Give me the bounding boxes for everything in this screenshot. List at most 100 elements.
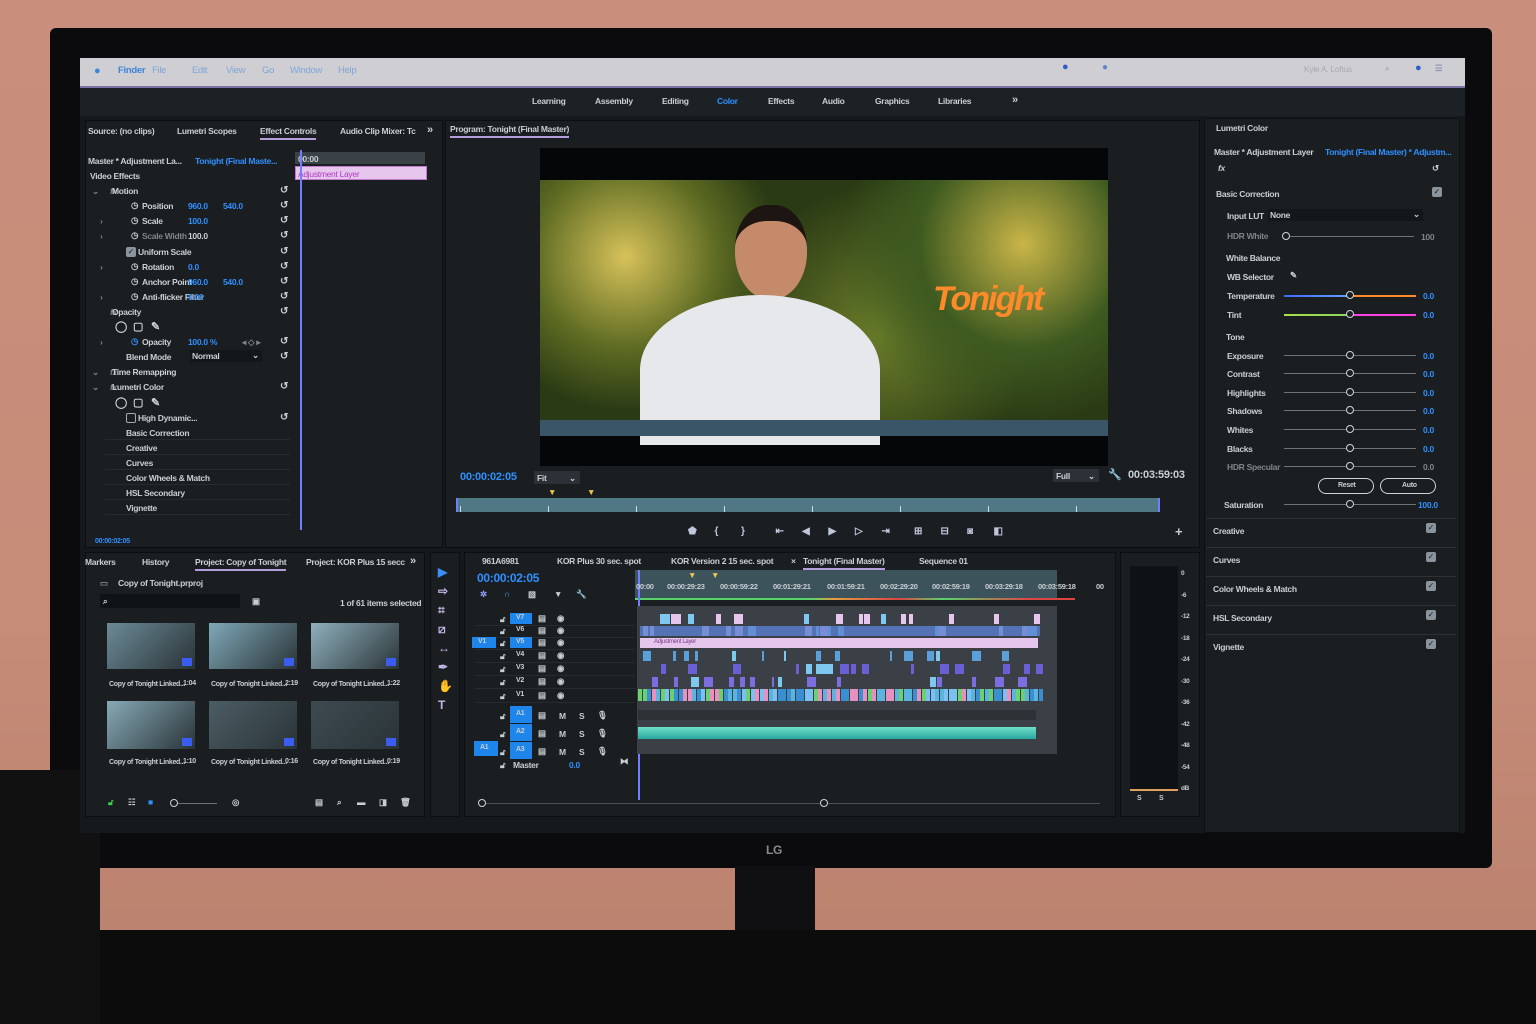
stopwatch-icon[interactable]: ◷ (131, 336, 138, 347)
video-clip[interactable] (643, 651, 652, 661)
video-clip[interactable] (673, 651, 676, 661)
close-tab-icon[interactable]: × (791, 556, 796, 566)
ec-overflow-button[interactable]: » (427, 124, 433, 136)
slider-handle[interactable] (1346, 291, 1354, 299)
dropbox-icon[interactable]: ● (1102, 62, 1108, 73)
video-clip-v1[interactable] (989, 689, 993, 701)
video-clip-v1[interactable] (993, 689, 998, 701)
slider-value[interactable]: 0.0 (1423, 406, 1434, 416)
marker[interactable]: ▼ (711, 570, 719, 580)
ec-value[interactable]: 540.0 (223, 277, 243, 287)
video-clip[interactable] (1003, 664, 1010, 674)
video-clip[interactable] (694, 651, 698, 661)
project-overflow-button[interactable]: » (410, 555, 416, 567)
video-clip[interactable] (715, 614, 721, 624)
slider-value[interactable]: 0.0 (1423, 462, 1434, 472)
new-item-icon[interactable]: ◨ (379, 797, 387, 808)
ec-tab[interactable]: Source: (no clips) (88, 126, 155, 136)
video-clip-v1[interactable] (831, 689, 836, 701)
lumetri-section-color-wheels-match[interactable]: Color Wheels & Match (1213, 584, 1297, 594)
spotlight-icon[interactable]: ⌕ (1385, 63, 1390, 74)
marker[interactable]: ▼ (688, 570, 696, 580)
video-clip-v1[interactable] (678, 689, 683, 701)
new-bin-icon[interactable]: ▣ (252, 596, 260, 607)
section-checkbox[interactable]: ✓ (1426, 552, 1436, 562)
marker[interactable]: ▼ (587, 487, 595, 497)
video-clip[interactable] (1023, 664, 1030, 674)
hdr-white-slider[interactable] (1282, 232, 1414, 240)
video-clip[interactable] (703, 677, 714, 687)
section-checkbox[interactable]: ✓ (1426, 523, 1436, 533)
reset-parameter-icon[interactable]: ↺ (280, 200, 288, 211)
video-clip-v1[interactable] (998, 689, 1002, 701)
ec-value[interactable]: 0.0 (188, 262, 199, 272)
reset-button[interactable]: Reset (1318, 478, 1374, 494)
video-clip-v1[interactable] (858, 689, 863, 701)
lock-icon[interactable]: 🔓︎ (500, 651, 506, 662)
video-clip[interactable] (783, 651, 787, 661)
video-clip-v1[interactable] (939, 689, 944, 701)
audio-clip-a1[interactable] (638, 710, 1036, 720)
video-clip[interactable] (761, 651, 764, 661)
slider-handle[interactable] (1346, 500, 1354, 508)
video-clip-v1[interactable] (804, 689, 809, 701)
timeline-tab[interactable]: Sequence 01 (919, 556, 968, 566)
menu-file[interactable]: File (152, 65, 166, 76)
video-clip-v1[interactable] (966, 689, 971, 701)
video-clip[interactable] (836, 677, 841, 687)
slider-value[interactable]: 0.0 (1423, 444, 1434, 454)
tone-header[interactable]: Tone (1226, 332, 1245, 342)
video-clip-v1[interactable] (935, 689, 939, 701)
trash-icon[interactable]: 🗑︎ (400, 797, 411, 808)
video-clip-v1[interactable] (768, 689, 773, 701)
slider-value[interactable]: 0.0 (1423, 310, 1434, 320)
slider-value[interactable]: 0.0 (1423, 369, 1434, 379)
video-clip-v1[interactable] (912, 689, 917, 701)
pen-mask-icon[interactable]: ✎ (151, 320, 160, 333)
solo-button[interactable]: S (579, 729, 585, 739)
expand-chevron-icon[interactable]: › (100, 337, 103, 347)
video-clip[interactable] (660, 614, 670, 624)
meter-solo-button[interactable]: S (1159, 795, 1164, 802)
slider-handle[interactable] (1346, 388, 1354, 396)
basic-correction-header[interactable]: Basic Correction (1216, 189, 1280, 199)
reset-parameter-icon[interactable]: ↺ (280, 306, 288, 317)
adjustment-layer-clip[interactable]: Adjustment Layer (640, 638, 1038, 648)
pen-mask-icon[interactable]: ✎ (151, 396, 160, 409)
video-clip[interactable] (864, 614, 871, 624)
toggle-sync-icon[interactable]: ▤ (538, 613, 546, 624)
lock-icon[interactable]: 🔓︎ (500, 747, 506, 758)
video-clip[interactable] (926, 651, 934, 661)
track-target-a1[interactable]: A1 (510, 706, 532, 723)
project-search-input[interactable]: ⌕ (100, 594, 240, 608)
track-target-v7[interactable]: V7 (510, 613, 532, 624)
video-clip-v1[interactable] (665, 689, 669, 701)
lumetri-section-hsl-secondary[interactable]: HSL Secondary (1213, 613, 1272, 623)
lock-icon[interactable]: 🔓︎ (500, 691, 506, 702)
clip-thumbnail[interactable] (107, 701, 195, 749)
track-target-v4[interactable]: V4 (510, 650, 532, 661)
video-clip-v1[interactable] (692, 689, 696, 701)
expand-chevron-icon[interactable]: › (100, 262, 103, 272)
video-clip-v1[interactable] (674, 689, 678, 701)
linked-selection-icon[interactable]: ▧ (528, 589, 536, 600)
eye-icon[interactable]: ◉ (557, 676, 564, 687)
lumetri-section-curves[interactable]: Curves (1213, 555, 1240, 565)
toggle-sync-icon[interactable]: ▤ (538, 728, 546, 739)
ec-sequence-clip[interactable]: Tonight (Final Maste... (195, 156, 278, 166)
video-clip[interactable] (936, 677, 943, 687)
video-clip-v1[interactable] (764, 689, 768, 701)
automate-icon[interactable]: ▤ (315, 797, 323, 808)
video-clip-v1[interactable] (782, 689, 786, 701)
clip-thumbnail[interactable] (107, 623, 195, 669)
expand-chevron-icon[interactable]: › (100, 231, 103, 241)
video-clip-v1[interactable] (827, 689, 831, 701)
video-clip[interactable] (908, 614, 913, 624)
video-clip[interactable] (839, 664, 849, 674)
video-clip-v1[interactable] (1007, 689, 1011, 701)
video-clip-v1[interactable] (647, 689, 651, 701)
slider-handle[interactable] (1346, 425, 1354, 433)
input-lut-dropdown[interactable]: None ⌄ (1268, 209, 1423, 221)
siri-icon[interactable]: ● (1415, 62, 1422, 74)
slider-value[interactable]: 0.0 (1423, 351, 1434, 361)
